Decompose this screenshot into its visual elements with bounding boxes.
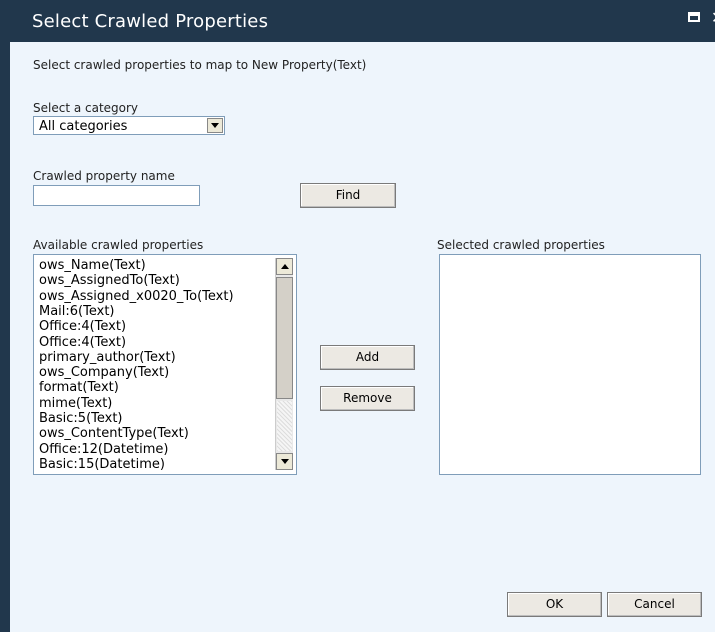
title-bar: Select Crawled Properties ✕: [10, 0, 715, 42]
instruction-text: Select crawled properties to map to New …: [33, 58, 367, 72]
list-item[interactable]: mime(Text): [39, 396, 112, 411]
list-item[interactable]: ows_Name(Text): [39, 258, 146, 273]
list-item[interactable]: ows_Company(Text): [39, 365, 169, 380]
list-item[interactable]: format(Text): [39, 380, 119, 395]
list-item[interactable]: Mail:6(Text): [39, 304, 115, 319]
maximize-icon[interactable]: [688, 12, 700, 22]
available-properties-list[interactable]: ows_Name(Text) ows_AssignedTo(Text) ows_As…: [33, 254, 297, 475]
find-button[interactable]: Find: [300, 183, 396, 208]
category-selected-value: All categories: [39, 119, 128, 134]
list-item[interactable]: ows_Assigned_x0020_To(Text): [39, 289, 234, 304]
list-item[interactable]: ows_AssignedTo(Text): [39, 273, 180, 288]
scroll-up-icon[interactable]: [276, 258, 293, 275]
category-label: Select a category: [33, 101, 139, 115]
scroll-track: [277, 401, 292, 451]
cancel-button[interactable]: Cancel: [607, 592, 702, 617]
available-properties-label: Available crawled properties: [33, 238, 204, 252]
list-item[interactable]: Basic:15(Datetime): [39, 457, 165, 472]
available-list-scrollbar[interactable]: [275, 258, 293, 470]
selected-properties-list[interactable]: [439, 254, 701, 475]
scroll-down-icon[interactable]: [276, 453, 293, 470]
property-name-input[interactable]: [33, 185, 200, 206]
category-select[interactable]: All categories: [33, 116, 225, 135]
ok-button[interactable]: OK: [507, 592, 602, 617]
selected-properties-label: Selected crawled properties: [437, 238, 605, 252]
close-icon[interactable]: ✕: [711, 8, 715, 28]
list-item[interactable]: Office:12(Datetime): [39, 442, 168, 457]
list-item[interactable]: primary_author(Text): [39, 350, 176, 365]
remove-button[interactable]: Remove: [320, 386, 415, 411]
list-item[interactable]: Office:4(Text): [39, 335, 126, 350]
list-item[interactable]: ows_ContentType(Text): [39, 426, 189, 441]
list-item[interactable]: Basic:5(Text): [39, 411, 123, 426]
dialog-title: Select Crawled Properties: [32, 11, 269, 32]
property-name-label: Crawled property name: [33, 169, 175, 183]
list-item[interactable]: Office:4(Text): [39, 319, 126, 334]
chevron-down-icon[interactable]: [207, 118, 223, 133]
dialog: Select Crawled Properties ✕ Select crawl…: [0, 0, 715, 632]
add-button[interactable]: Add: [320, 345, 415, 370]
scroll-thumb[interactable]: [276, 277, 293, 399]
